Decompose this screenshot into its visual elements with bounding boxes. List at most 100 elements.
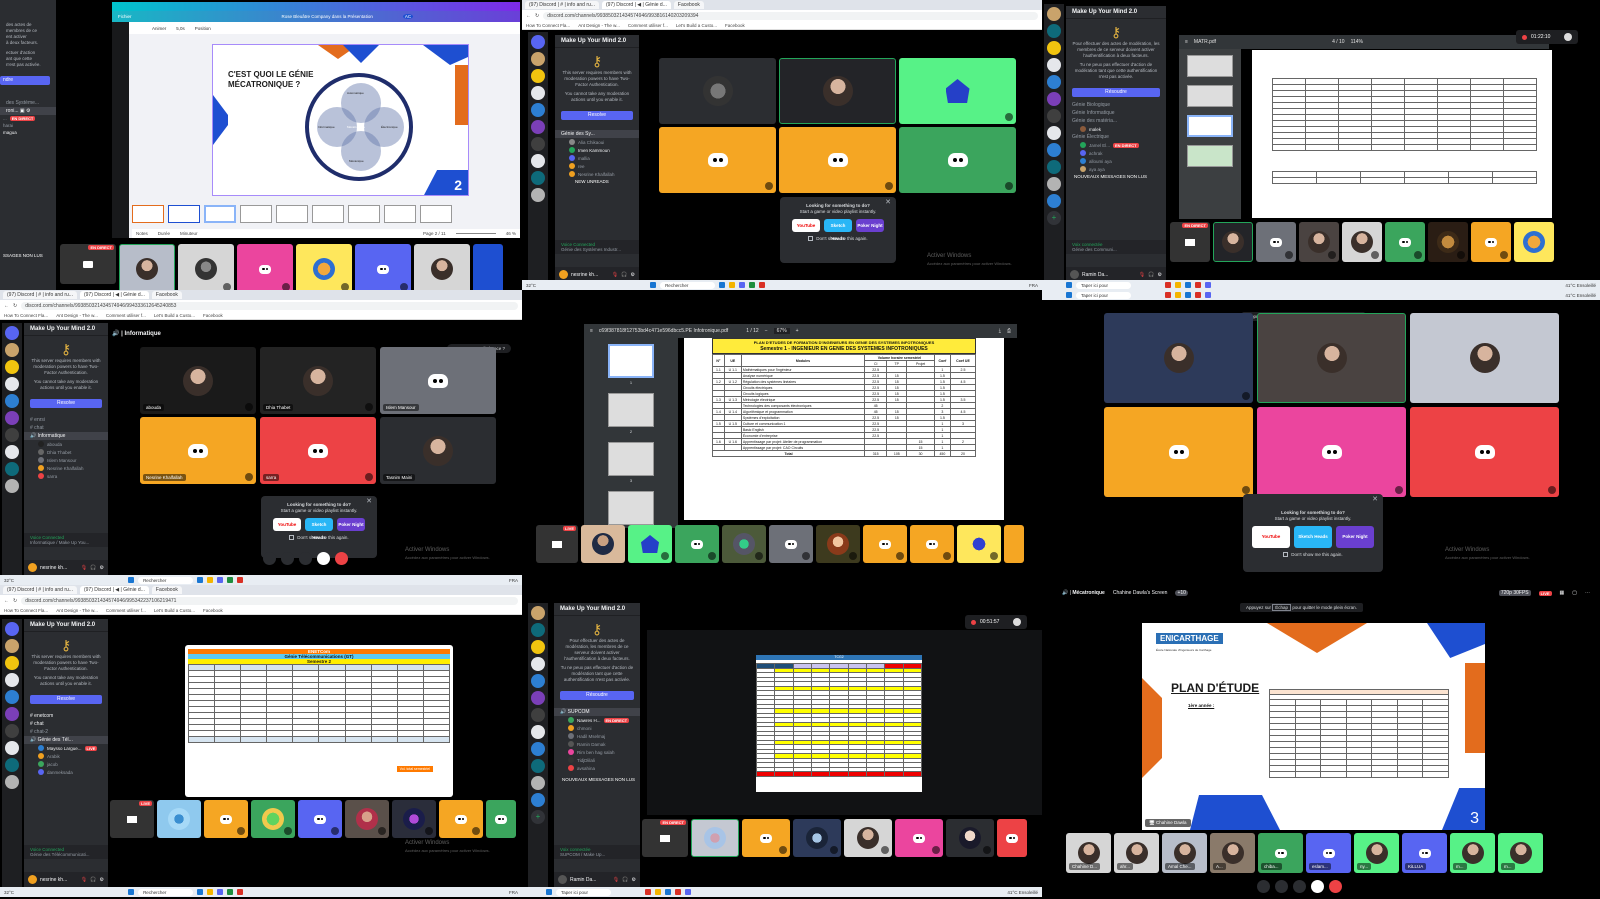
bookmark[interactable]: Let's Build a Custo... xyxy=(154,608,195,613)
headphones-icon[interactable]: 🎧 xyxy=(622,877,628,883)
youtube-activity-button[interactable]: YouTube xyxy=(273,518,301,531)
server-name[interactable]: Make Up Your Mind 2.0 xyxy=(554,603,640,616)
server-icon[interactable] xyxy=(1047,109,1061,123)
participant-tile[interactable] xyxy=(1104,407,1253,497)
participant-tile[interactable] xyxy=(844,819,892,857)
participant-tile[interactable] xyxy=(895,819,943,857)
pdf-thumbnail[interactable] xyxy=(608,344,654,378)
text-channel[interactable]: # chat xyxy=(24,424,108,432)
voice-channel[interactable]: Génie Biologique xyxy=(1066,101,1166,109)
app-icon[interactable] xyxy=(1185,282,1191,288)
participant-tile[interactable] xyxy=(237,244,293,290)
participant-tile[interactable] xyxy=(1004,525,1024,563)
server-icon[interactable] xyxy=(1047,58,1061,72)
reload-icon[interactable]: ↻ xyxy=(535,13,539,19)
voice-channel[interactable]: Génie Électrique xyxy=(1066,133,1166,141)
app-icon[interactable] xyxy=(227,577,234,583)
app-icon[interactable] xyxy=(1205,292,1211,298)
pdf-page-indicator[interactable]: 1 / 12 xyxy=(746,328,759,334)
stream-preview-tile[interactable]: EN DIRECT xyxy=(1170,222,1210,262)
bookmark[interactable]: Let's Build a Custo... xyxy=(154,313,195,318)
dont-show-checkbox[interactable]: Don't show me this again. xyxy=(1249,552,1377,558)
participant-tile[interactable]: Tasnim Maini xyxy=(380,417,496,484)
participant-tile[interactable] xyxy=(910,525,954,563)
pdf-thumbnail[interactable] xyxy=(1187,85,1233,107)
server-icon[interactable] xyxy=(1047,194,1061,208)
app-icon[interactable] xyxy=(1195,292,1201,298)
participant-tile[interactable] xyxy=(298,800,342,838)
headphones-icon[interactable]: 🎧 xyxy=(621,272,627,278)
server-icon[interactable] xyxy=(5,758,19,772)
resolve-button[interactable]: ndre xyxy=(0,76,50,85)
bookmark[interactable]: Facebook xyxy=(725,23,745,28)
taskbar-search[interactable]: Rechercher xyxy=(660,281,716,289)
zoom-out-icon[interactable]: − xyxy=(765,328,768,334)
notes-button[interactable]: Notes xyxy=(136,231,148,236)
more-icon[interactable]: ⋯ xyxy=(1585,590,1590,596)
participant-tile[interactable] xyxy=(439,800,483,838)
participant-tile[interactable] xyxy=(946,819,994,857)
server-icon[interactable] xyxy=(5,445,19,459)
resolve-button[interactable]: Resolve xyxy=(30,695,102,704)
slide-thumbnail[interactable] xyxy=(168,205,200,223)
mic-icon[interactable]: 🎙 xyxy=(1139,272,1145,278)
headphones-icon[interactable]: 🎧 xyxy=(90,565,96,571)
participant-tile[interactable]: m... xyxy=(1498,833,1543,873)
app-icon[interactable] xyxy=(665,889,671,895)
browser-tab[interactable]: Facebook xyxy=(151,586,182,594)
server-name[interactable]: Make Up Your Mind 2.0 xyxy=(24,323,108,336)
server-icon[interactable] xyxy=(531,725,545,739)
browser-tab[interactable]: (97) Discord | ◀ | Génie d... xyxy=(601,1,671,9)
duration-button[interactable]: 5,0s xyxy=(176,26,185,31)
server-icon[interactable] xyxy=(1047,7,1061,21)
channel-category[interactable]: des Système... xyxy=(0,99,56,107)
disconnect-button[interactable] xyxy=(335,552,348,565)
stop-recording-button[interactable] xyxy=(1564,33,1573,41)
server-icon[interactable] xyxy=(531,674,545,688)
youtube-activity-button[interactable]: YouTube xyxy=(1252,526,1290,548)
app-icon[interactable] xyxy=(1165,292,1171,298)
browser-tab[interactable]: (97) Discord | ◀ | Génie d... xyxy=(79,291,149,299)
participant-tile[interactable]: Islem Mansour xyxy=(380,347,496,414)
mute-button[interactable] xyxy=(317,552,330,565)
add-server-icon[interactable]: + xyxy=(531,810,545,824)
bookmark[interactable]: How To Connect Fla... xyxy=(4,313,48,318)
browser-tab[interactable]: (97) Discord | # | info and ru... xyxy=(525,1,599,9)
unread-banner[interactable]: NOUVEAUX MESSAGES NON LUS xyxy=(554,776,640,783)
back-icon[interactable]: ← xyxy=(4,303,9,309)
pdf-thumbnail[interactable] xyxy=(608,393,654,427)
url-input[interactable]: discord.com/channels/993850321434574946/… xyxy=(21,596,518,605)
stop-recording-button[interactable] xyxy=(1013,618,1022,626)
server-icon[interactable] xyxy=(531,708,545,722)
server-icon[interactable] xyxy=(1047,41,1061,55)
participant-tile[interactable] xyxy=(414,244,470,290)
participant-tile[interactable] xyxy=(899,58,1016,124)
participant-tile[interactable] xyxy=(204,800,248,838)
participant-tile[interactable]: Chahine D... xyxy=(1066,833,1111,873)
participant-tile[interactable]: sarra xyxy=(260,417,376,484)
back-icon[interactable]: ← xyxy=(4,598,9,604)
close-icon[interactable]: ✕ xyxy=(1372,496,1378,503)
reload-icon[interactable]: ↻ xyxy=(13,303,17,309)
activity-button[interactable] xyxy=(281,552,294,565)
slide-thumbnail[interactable] xyxy=(312,205,344,223)
server-icon[interactable] xyxy=(531,657,545,671)
gear-icon[interactable]: ⚙ xyxy=(100,877,104,883)
server-icon[interactable] xyxy=(531,606,545,620)
participant-tile[interactable] xyxy=(486,800,516,838)
browser-tab[interactable]: (97) Discord | # | info and ru... xyxy=(3,291,77,299)
server-name[interactable]: Make Up Your Mind 2.0 xyxy=(24,619,108,632)
stream-preview-tile[interactable]: EN DIRECT xyxy=(60,244,116,284)
sketch-heads-activity-button[interactable]: Sketch Heads xyxy=(1294,526,1332,548)
screen-share-button[interactable] xyxy=(1293,880,1306,893)
start-icon[interactable] xyxy=(1066,282,1072,288)
mic-icon[interactable]: 🎙 xyxy=(612,272,618,278)
gear-icon[interactable]: ⚙ xyxy=(631,272,635,278)
print-icon[interactable]: ⎙ xyxy=(1007,328,1011,334)
participant-tile[interactable] xyxy=(628,525,672,563)
pdf-thumbnail[interactable] xyxy=(608,442,654,476)
participant-tile[interactable] xyxy=(957,525,1001,563)
pdf-zoom[interactable]: 114% xyxy=(1351,39,1363,45)
animate-button[interactable]: Animer xyxy=(152,26,166,31)
server-icon[interactable] xyxy=(5,343,19,357)
